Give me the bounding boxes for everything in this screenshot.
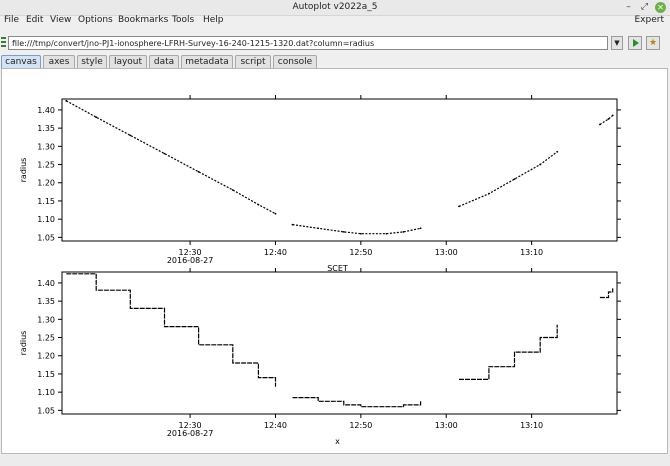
- plot-canvas[interactable]: 1.05 1.10 1.15 1.20 1.25 1.30 1.35 1.40 12:30 12:…: [1, 68, 668, 454]
- tab-data[interactable]: data: [149, 55, 179, 68]
- x-axis-label: x: [335, 437, 340, 446]
- tab-style[interactable]: style: [77, 55, 107, 68]
- y-tick-label: 1.15: [37, 197, 55, 206]
- title-bar: Autoplot v2022a_5 – ⤢ ✕: [0, 0, 670, 16]
- data-point: [317, 227, 320, 230]
- tab-canvas[interactable]: canvas: [1, 55, 41, 68]
- y-axis-label: radius: [19, 158, 28, 183]
- tab-console[interactable]: console: [273, 55, 317, 68]
- minimize-icon[interactable]: –: [623, 2, 634, 13]
- menu-bookmarks[interactable]: Bookmarks: [118, 15, 168, 25]
- y-tick-label: 1.10: [37, 215, 55, 224]
- series-segment-2: [459, 324, 558, 380]
- x-tick-label: 12:50: [349, 248, 372, 257]
- y-tick-label: 1.40: [37, 279, 55, 288]
- data-point: [274, 212, 277, 215]
- y-tick-label: 1.05: [37, 233, 55, 242]
- y-tick-label: 1.10: [37, 388, 55, 397]
- series-segment-3: [599, 288, 614, 299]
- data-point: [95, 116, 98, 119]
- y-tick-label: 1.05: [37, 406, 55, 415]
- series-segment-0: [66, 273, 277, 387]
- tab-metadata[interactable]: metadata: [181, 55, 233, 68]
- window-title: Autoplot v2022a_5: [292, 2, 378, 12]
- data-point: [65, 99, 68, 102]
- data-point: [197, 170, 200, 173]
- series-segment-1: [292, 397, 422, 408]
- close-icon[interactable]: ✕: [655, 2, 666, 13]
- data-point: [231, 189, 234, 191]
- drag-handle-icon[interactable]: [1, 37, 6, 47]
- series-segment-3: [599, 114, 614, 126]
- x-tick-label: 12:40: [264, 248, 287, 257]
- plots-svg[interactable]: 1.051.101.151.201.251.301.351.4012:30 12:…: [2, 69, 667, 453]
- tab-layout[interactable]: layout: [109, 55, 147, 68]
- y-tick-label: 1.15: [37, 370, 55, 379]
- data-point: [129, 134, 132, 137]
- menu-help[interactable]: Help: [203, 15, 224, 25]
- data-point: [556, 150, 559, 153]
- data-point: [539, 163, 542, 166]
- tab-axes[interactable]: axes: [43, 55, 75, 68]
- y-axis-label: radius: [19, 331, 28, 356]
- data-point: [458, 205, 460, 208]
- menu-bar: File Edit View Options Bookmarks Tools H…: [0, 15, 670, 28]
- data-point: [257, 203, 260, 206]
- series-segment-2: [458, 151, 558, 207]
- plot-frame: [61, 98, 618, 242]
- y-tick-label: 1.30: [37, 315, 55, 324]
- x-tick-label: 13:00: [435, 248, 458, 257]
- x-tick-label: 12:40: [264, 421, 287, 430]
- data-point: [163, 152, 166, 155]
- data-point: [291, 223, 294, 226]
- menu-edit[interactable]: Edit: [26, 15, 43, 25]
- menu-options[interactable]: Options: [78, 15, 113, 25]
- x-tick-label: 12:50: [349, 421, 372, 430]
- date-label: 2016-08-27: [167, 429, 214, 438]
- play-icon[interactable]: [628, 36, 642, 50]
- bookmark-icon[interactable]: ★: [646, 36, 660, 50]
- menu-view[interactable]: View: [50, 15, 71, 25]
- data-source-row: file:///tmp/convert/jno-PJ1-ionosphere-L…: [0, 33, 670, 53]
- data-point: [342, 230, 345, 233]
- x-tick-label: 13:10: [520, 248, 543, 257]
- menu-tools[interactable]: Tools: [172, 15, 194, 25]
- tab-script[interactable]: script: [235, 55, 271, 68]
- y-tick-label: 1.30: [37, 142, 55, 151]
- y-tick-label: 1.25: [37, 161, 55, 170]
- expert-mode-label[interactable]: Expert: [635, 15, 665, 25]
- series-segment-0: [66, 100, 276, 215]
- data-point: [402, 230, 405, 233]
- data-point: [359, 232, 362, 235]
- y-tick-label: 1.20: [37, 179, 55, 188]
- plot-frame: [61, 271, 618, 415]
- y-tick-label: 1.40: [37, 106, 55, 115]
- data-point: [607, 118, 610, 120]
- y-tick-label: 1.25: [37, 334, 55, 343]
- data-point: [599, 123, 601, 126]
- data-point: [611, 114, 614, 117]
- data-source-input[interactable]: file:///tmp/convert/jno-PJ1-ionosphere-L…: [8, 36, 608, 50]
- menu-file[interactable]: File: [4, 15, 19, 25]
- data-point: [385, 232, 388, 235]
- data-point: [419, 227, 422, 230]
- data-point: [488, 192, 490, 195]
- y-tick-label: 1.35: [37, 124, 55, 133]
- x-tick-label: 13:00: [435, 421, 458, 430]
- maximize-icon[interactable]: ⤢: [639, 2, 650, 13]
- status-bar: [0, 455, 670, 466]
- series-segment-1: [292, 224, 421, 235]
- y-tick-label: 1.20: [37, 352, 55, 361]
- data-point: [513, 178, 516, 181]
- date-label: 2016-08-27: [167, 256, 214, 265]
- y-tick-label: 1.35: [37, 297, 55, 306]
- chevron-down-icon[interactable]: ▼: [611, 36, 623, 50]
- x-tick-label: 13:10: [520, 421, 543, 430]
